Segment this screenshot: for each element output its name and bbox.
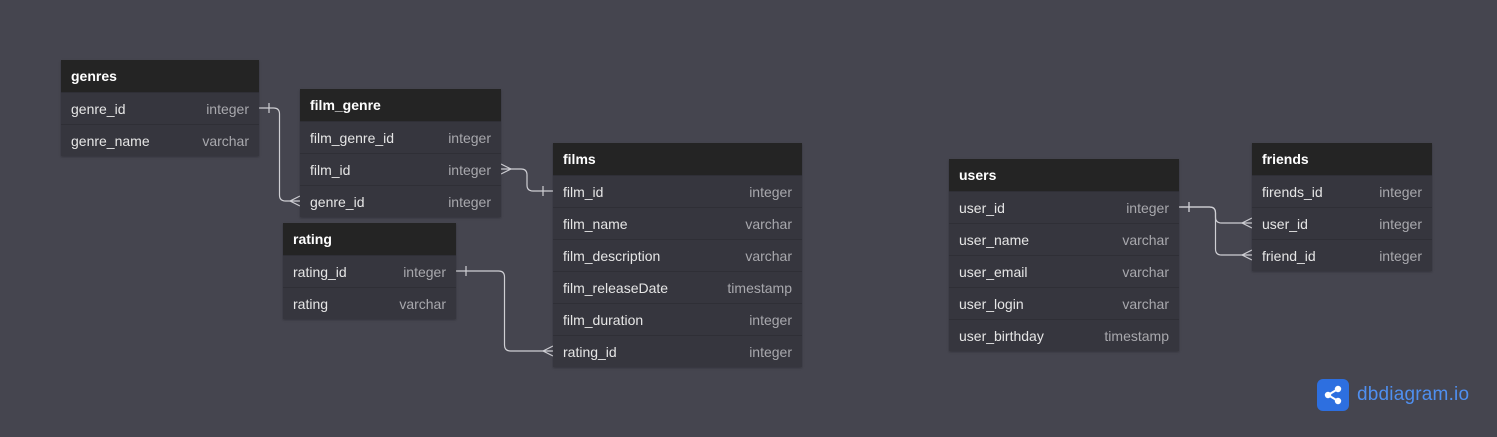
- field-type: integer: [206, 101, 249, 117]
- field-type: integer: [448, 130, 491, 146]
- field-row[interactable]: genre_id integer: [300, 185, 501, 217]
- field-row[interactable]: firends_id integer: [1252, 175, 1432, 207]
- field-name: genre_name: [71, 133, 150, 149]
- many-marker: [500, 163, 512, 175]
- share-nodes-icon: [1317, 379, 1349, 411]
- field-row[interactable]: user_id integer: [949, 191, 1179, 223]
- field-type: integer: [749, 344, 792, 360]
- field-name: rating: [293, 296, 329, 312]
- many-marker: [1241, 217, 1253, 229]
- relation-line: [1179, 206, 1252, 256]
- field-type: integer: [448, 162, 491, 178]
- table-header[interactable]: genres: [61, 60, 259, 92]
- table-genres[interactable]: genres genre_id integer genre_name varch…: [61, 60, 259, 156]
- table-header[interactable]: rating: [283, 223, 456, 255]
- field-row[interactable]: genre_name varchar: [61, 124, 259, 156]
- field-type: varchar: [745, 248, 792, 264]
- field-type: integer: [403, 264, 446, 280]
- field-name: user_birthday: [959, 328, 1044, 344]
- field-type: varchar: [399, 296, 446, 312]
- field-name: film_id: [563, 184, 604, 200]
- field-name: genre_id: [310, 194, 365, 210]
- field-name: user_id: [959, 200, 1005, 216]
- relation-line: [259, 107, 300, 202]
- field-row[interactable]: film_id integer: [553, 175, 802, 207]
- field-type: integer: [1126, 200, 1169, 216]
- field-row[interactable]: film_id integer: [300, 153, 501, 185]
- field-type: varchar: [1122, 264, 1169, 280]
- field-type: timestamp: [727, 280, 792, 296]
- field-row[interactable]: user_name varchar: [949, 223, 1179, 255]
- table-film-genre[interactable]: film_genre film_genre_id integer film_id…: [300, 89, 501, 217]
- field-row[interactable]: rating_id integer: [553, 335, 802, 367]
- table-header[interactable]: users: [949, 159, 1179, 191]
- dbdiagram-logo[interactable]: dbdiagram.io: [1317, 379, 1469, 411]
- field-type: integer: [749, 312, 792, 328]
- field-row[interactable]: rating varchar: [283, 287, 456, 319]
- field-row[interactable]: genre_id integer: [61, 92, 259, 124]
- relation-line: [456, 270, 553, 352]
- many-marker: [542, 345, 554, 357]
- field-name: user_email: [959, 264, 1028, 280]
- field-name: friend_id: [1262, 248, 1316, 264]
- table-users[interactable]: users user_id integer user_name varchar …: [949, 159, 1179, 351]
- field-type: varchar: [202, 133, 249, 149]
- many-marker: [289, 195, 301, 207]
- field-row[interactable]: film_releaseDate timestamp: [553, 271, 802, 303]
- table-friends[interactable]: friends firends_id integer user_id integ…: [1252, 143, 1432, 271]
- field-name: rating_id: [563, 344, 617, 360]
- field-name: film_name: [563, 216, 628, 232]
- field-name: rating_id: [293, 264, 347, 280]
- field-row[interactable]: user_birthday timestamp: [949, 319, 1179, 351]
- field-name: user_id: [1262, 216, 1308, 232]
- field-name: user_name: [959, 232, 1030, 248]
- field-type: varchar: [745, 216, 792, 232]
- field-row[interactable]: film_duration integer: [553, 303, 802, 335]
- field-row[interactable]: user_id integer: [1252, 207, 1432, 239]
- field-type: integer: [448, 194, 491, 210]
- field-name: film_genre_id: [310, 130, 395, 146]
- table-header[interactable]: film_genre: [300, 89, 501, 121]
- relation-line: [1179, 206, 1252, 224]
- relation-line: [501, 168, 553, 192]
- field-name: film_id: [310, 162, 351, 178]
- field-type: integer: [1379, 184, 1422, 200]
- field-type: integer: [749, 184, 792, 200]
- field-row[interactable]: film_description varchar: [553, 239, 802, 271]
- field-row[interactable]: film_genre_id integer: [300, 121, 501, 153]
- field-type: integer: [1379, 216, 1422, 232]
- field-name: firends_id: [1262, 184, 1323, 200]
- many-marker: [1241, 249, 1253, 261]
- field-type: integer: [1379, 248, 1422, 264]
- field-name: genre_id: [71, 101, 126, 117]
- field-type: varchar: [1122, 232, 1169, 248]
- logo-text: dbdiagram.io: [1357, 384, 1470, 405]
- field-name: user_login: [959, 296, 1024, 312]
- field-name: film_duration: [563, 312, 644, 328]
- field-type: timestamp: [1104, 328, 1169, 344]
- field-row[interactable]: friend_id integer: [1252, 239, 1432, 271]
- field-row[interactable]: rating_id integer: [283, 255, 456, 287]
- diagram-canvas[interactable]: genres genre_id integer genre_name varch…: [0, 0, 1497, 437]
- table-header[interactable]: friends: [1252, 143, 1432, 175]
- table-films[interactable]: films film_id integer film_name varchar …: [553, 143, 802, 367]
- field-row[interactable]: film_name varchar: [553, 207, 802, 239]
- field-name: film_description: [563, 248, 661, 264]
- table-header[interactable]: films: [553, 143, 802, 175]
- field-row[interactable]: user_email varchar: [949, 255, 1179, 287]
- field-name: film_releaseDate: [563, 280, 669, 296]
- field-type: varchar: [1122, 296, 1169, 312]
- field-row[interactable]: user_login varchar: [949, 287, 1179, 319]
- table-rating[interactable]: rating rating_id integer rating varchar: [283, 223, 456, 319]
